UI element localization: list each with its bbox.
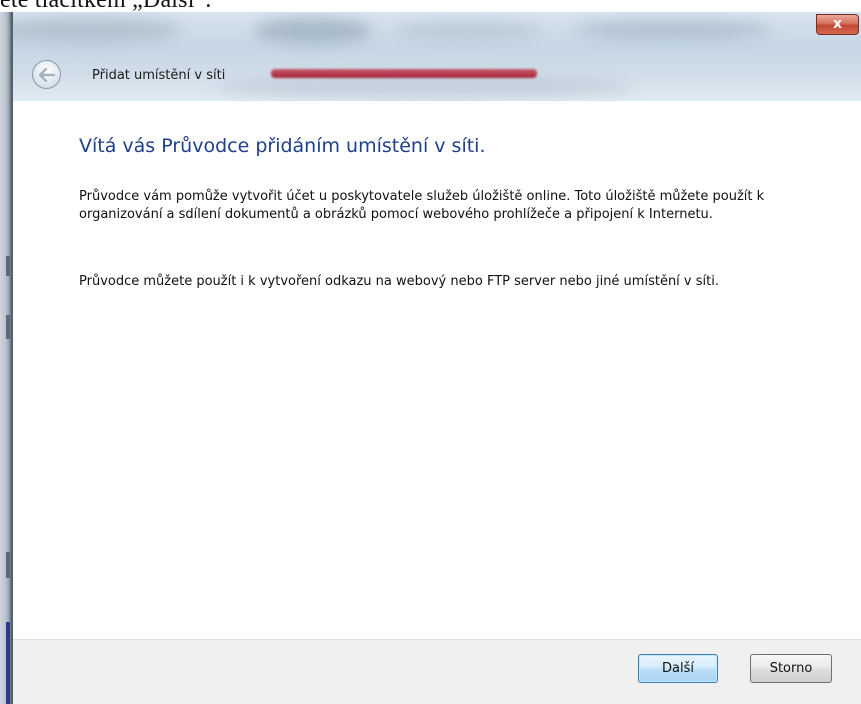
glass-reflection — [13, 17, 183, 43]
glass-reflection — [393, 22, 543, 40]
back-arrow-icon — [39, 68, 55, 82]
wizard-content: Vítá vás Průvodce přidáním umístění v sí… — [13, 101, 861, 639]
edge-mark — [6, 315, 10, 339]
glass-reflection — [573, 20, 773, 40]
close-icon: x — [832, 16, 843, 32]
close-button[interactable]: x — [816, 14, 859, 35]
background-window-edge — [0, 12, 12, 704]
blurred-background-bar — [271, 69, 537, 78]
button-bar: Další Storno — [13, 639, 861, 704]
secondary-paragraph: Průvodce můžete použít i k vytvoření odk… — [79, 274, 719, 289]
wizard-heading: Vítá vás Průvodce přidáním umístění v sí… — [79, 135, 486, 157]
edge-mark — [6, 622, 10, 704]
title-bar[interactable]: x Přidat umístění v síti — [13, 12, 861, 101]
screenshot: ete tlačítkem „Další“. x Přidat umístění… — [0, 0, 861, 704]
next-button[interactable]: Další — [638, 654, 718, 683]
cancel-button[interactable]: Storno — [750, 654, 832, 683]
window-title: Přidat umístění v síti — [92, 68, 226, 83]
edge-mark — [6, 552, 10, 578]
glass-reflection — [213, 76, 633, 98]
edge-mark — [6, 256, 10, 276]
intro-paragraph: Průvodce vám pomůže vytvořit účet u posk… — [79, 189, 765, 222]
glass-reflection — [253, 18, 373, 44]
back-button[interactable] — [32, 60, 61, 89]
wizard-window: x Přidat umístění v síti Vítá vás Průvod… — [12, 12, 861, 704]
